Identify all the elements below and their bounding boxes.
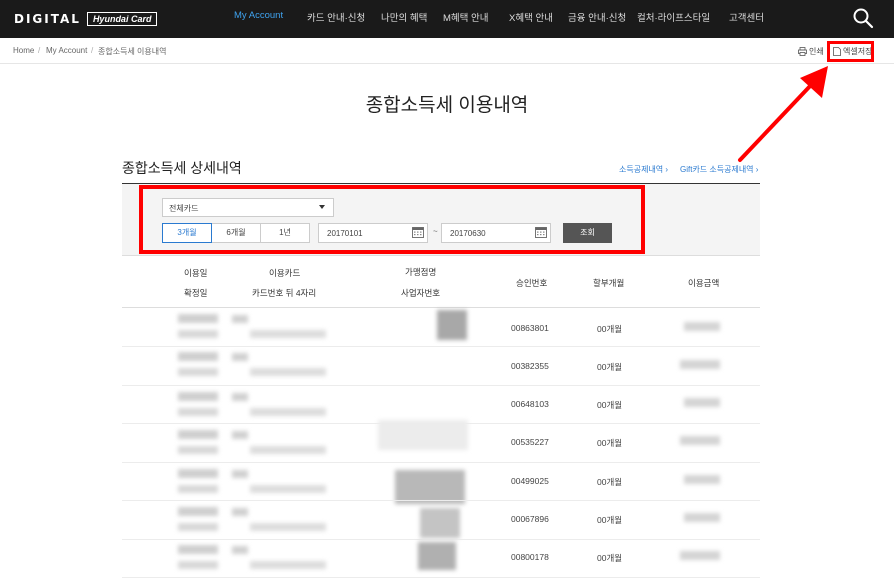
redacted-amount — [684, 398, 720, 407]
deduction-history-link[interactable]: 소득공제내역 › — [619, 164, 668, 175]
installment-months: 00개월 — [597, 362, 623, 372]
redacted-date — [178, 330, 218, 338]
header-amount: 이용금액 — [688, 278, 720, 288]
redacted-merchant — [418, 542, 456, 570]
logo[interactable]: DIGITAL Hyundai Card — [14, 10, 158, 28]
redacted-card — [232, 393, 248, 401]
redacted-card — [232, 315, 248, 323]
header-use-date: 이용일 — [184, 268, 208, 278]
redacted-amount — [680, 436, 720, 445]
redacted-merchant — [437, 310, 467, 340]
search-icon[interactable] — [852, 7, 874, 29]
row-divider — [122, 539, 760, 540]
redacted-amount — [680, 551, 720, 560]
approval-number: 00382355 — [511, 361, 549, 371]
section-title: 종합소득세 상세내역 — [122, 160, 242, 176]
redacted-card-number — [250, 523, 326, 531]
approval-number: 00499025 — [511, 476, 549, 486]
redacted-card — [232, 546, 248, 554]
redacted-date — [178, 408, 218, 416]
breadcrumb-separator: / — [91, 46, 94, 55]
redacted-card-number — [250, 368, 326, 376]
header-confirm-date: 확정일 — [184, 288, 208, 298]
header-merchant: 가맹점명 — [405, 267, 437, 277]
redacted-merchant — [420, 508, 460, 538]
annotation-highlight-excel — [827, 41, 874, 62]
period-3-months[interactable]: 3개월 — [162, 223, 212, 243]
nav-x-benefits[interactable]: X혜택 안내 — [509, 10, 553, 24]
approval-number: 00800178 — [511, 552, 549, 562]
logo-text: DIGITAL — [14, 12, 81, 26]
nav-my-benefits[interactable]: 나만의 혜택 — [381, 10, 427, 24]
redacted-card-number — [250, 446, 326, 454]
row-divider — [122, 385, 760, 386]
installment-months: 00개월 — [597, 438, 623, 448]
redacted-card-number — [250, 330, 326, 338]
installment-months: 00개월 — [597, 515, 623, 525]
breadcrumb-home[interactable]: Home — [13, 46, 34, 55]
breadcrumb-separator: / — [38, 46, 41, 55]
redacted-date — [178, 392, 218, 401]
redacted-date — [178, 446, 218, 454]
approval-number: 00067896 — [511, 514, 549, 524]
header-installment: 할부개월 — [593, 278, 625, 288]
breadcrumb: Home / My Account / 종합소득세 이용내역 인쇄 엑셀저장 — [0, 38, 894, 64]
redacted-date — [178, 545, 218, 554]
row-divider — [122, 500, 760, 501]
redacted-merchant — [378, 420, 468, 450]
nav-finance[interactable]: 금융 안내·신청 — [568, 10, 626, 24]
installment-months: 00개월 — [597, 324, 623, 334]
installment-months: 00개월 — [597, 477, 623, 487]
row-divider — [122, 462, 760, 463]
approval-number: 00535227 — [511, 437, 549, 447]
annotation-highlight-filter — [139, 185, 645, 254]
breadcrumb-current: 종합소득세 이용내역 — [98, 47, 167, 56]
row-divider — [122, 346, 760, 347]
print-label: 인쇄 — [809, 47, 824, 56]
printer-icon — [798, 47, 807, 56]
redacted-card-number — [250, 408, 326, 416]
redacted-amount — [680, 360, 720, 369]
redacted-date — [178, 368, 218, 376]
nav-customer-center[interactable]: 고객센터 — [729, 10, 764, 24]
redacted-date — [178, 352, 218, 361]
redacted-card — [232, 470, 248, 478]
redacted-amount — [684, 475, 720, 484]
redacted-date — [178, 430, 218, 439]
redacted-card — [232, 353, 248, 361]
approval-number: 00648103 — [511, 399, 549, 409]
header-card: 이용카드 — [269, 268, 301, 278]
redacted-date — [178, 523, 218, 531]
redacted-card — [232, 508, 248, 516]
nav-card-guide[interactable]: 카드 안내·신청 — [307, 10, 365, 24]
approval-number: 00863801 — [511, 323, 549, 333]
redacted-date — [178, 314, 218, 323]
table-header-divider — [122, 307, 760, 308]
breadcrumb-my-account[interactable]: My Account — [46, 46, 87, 55]
giftcard-deduction-link[interactable]: Gift카드 소득공제내역 › — [680, 164, 758, 175]
installment-months: 00개월 — [597, 400, 623, 410]
nav-culture[interactable]: 컬처·라이프스타일 — [637, 10, 710, 24]
redacted-card-number — [250, 485, 326, 493]
nav-m-benefits[interactable]: M혜택 안내 — [443, 10, 489, 24]
nav-my-account[interactable]: My Account — [234, 10, 283, 21]
print-button[interactable]: 인쇄 — [798, 46, 824, 57]
redacted-amount — [684, 322, 720, 331]
redacted-card-number — [250, 561, 326, 569]
header-approval-no: 승인번호 — [516, 278, 548, 288]
page-title: 종합소득세 이용내역 — [365, 95, 529, 116]
redacted-card — [232, 431, 248, 439]
top-nav: DIGITAL Hyundai Card My Account 카드 안내·신청… — [0, 0, 894, 38]
redacted-date — [178, 507, 218, 516]
redacted-date — [178, 469, 218, 478]
redacted-merchant — [395, 470, 465, 504]
redacted-amount — [684, 513, 720, 522]
redacted-date — [178, 561, 218, 569]
header-card-last4: 카드번호 뒤 4자리 — [252, 288, 317, 298]
installment-months: 00개월 — [597, 553, 623, 563]
logo-brand: Hyundai Card — [86, 12, 158, 26]
header-biz-no: 사업자번호 — [401, 288, 441, 298]
redacted-date — [178, 485, 218, 493]
